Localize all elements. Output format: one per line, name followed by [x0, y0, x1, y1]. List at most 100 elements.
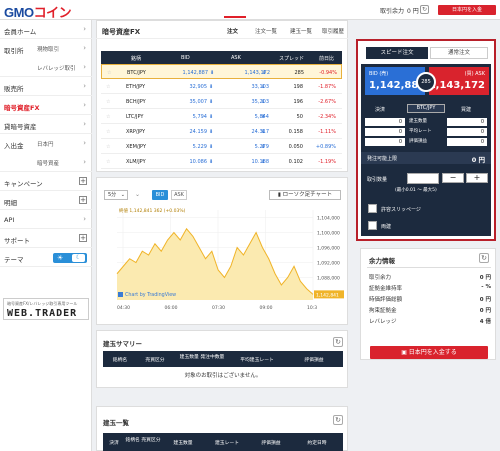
y-tick-label: 1,104,000 [317, 216, 340, 222]
sidebar-subitem-spot[interactable]: 現物取引 [37, 45, 59, 53]
tab-order-list[interactable]: 注文一覧 [255, 27, 277, 35]
banner-logo: WEB.TRADER [7, 308, 78, 319]
table-row[interactable]: ☆ XRP/JPY 24.159 ⬇ 24.317 ⬇ 0.158 -1.11% [101, 124, 342, 139]
theme-toggle[interactable]: ☀ ☾ [53, 253, 87, 263]
symbol-cell: XLM/JPY [126, 159, 146, 165]
sidebar-subitem-leverage[interactable]: レバレッジ取引 [37, 64, 76, 72]
order-panel: スピード注文 通常注文 BID (売) 1,142,887 (買) ASK 1,… [356, 39, 496, 241]
sidebar-item-label: 明細 [4, 199, 17, 207]
chevron-right-icon: › [83, 101, 86, 109]
sidebar-item-deposit[interactable]: 入出金 日本円 › [0, 134, 92, 153]
star-icon[interactable]: ☆ [106, 159, 110, 165]
sidebar-item-exchange[interactable]: 取引所 現物取引 › [0, 39, 92, 58]
sidebar-subitem-jpy[interactable]: 日本円 [37, 140, 54, 148]
star-icon[interactable]: ☆ [106, 114, 110, 120]
sidebar-item-home[interactable]: 会員ホーム › [0, 20, 92, 39]
expand-icon[interactable]: + [79, 234, 87, 242]
col-bid: BID [181, 55, 190, 61]
tab-order[interactable]: 注文 [227, 27, 238, 35]
sidebar-item-crypto-fx[interactable]: 暗号資産FX › [0, 96, 92, 115]
ask-toggle-button[interactable]: ASK [171, 190, 187, 200]
sidebar: 会員ホーム › 取引所 現物取引 › レバレッジ取引 › 販売所 › 暗号資産FX › 貸暗… [0, 20, 92, 451]
symbol-select[interactable]: BTC/JPY [407, 104, 445, 113]
chevron-right-icon: › [83, 44, 86, 52]
tab-history[interactable]: 取引履歴 [322, 27, 344, 35]
table-row[interactable]: ☆ XLM/JPY 10.086 ⬇ 10.188 ⬇ 0.102 -1.19% [101, 154, 342, 169]
decrease-amount-button[interactable]: − [442, 173, 464, 183]
deposit-jpy-button[interactable]: ▣ 日本円を入金する [370, 346, 488, 359]
col-change: 前日比 [319, 56, 335, 62]
deposit-button[interactable]: 日本円を入金 [438, 5, 496, 15]
chevron-down-icon[interactable]: ⌄ [135, 191, 140, 198]
webtrader-banner[interactable]: 暗号資産FX/レバレッジ取引専用ツール WEB.TRADER [3, 298, 89, 320]
table-row[interactable]: ☆ LTC/JPY 5,794 ⬇ 5,844 ⬇ 50 -2.34% [101, 109, 342, 124]
amount-input[interactable] [407, 173, 439, 184]
tab-normal-order[interactable]: 通常注文 [430, 47, 488, 59]
spread-cell: 50 [296, 114, 303, 120]
refresh-icon[interactable]: ↻ [479, 253, 489, 263]
order-limit-row: 発注可能上限 0 円 [361, 152, 491, 164]
table-row[interactable]: ☆ ETH/JPY 32,905 ⬇ 33,103 ⬇ 198 -1.87% [101, 79, 342, 94]
star-icon[interactable]: ☆ [106, 84, 110, 90]
sidebar-item-statement[interactable]: 明細 + [0, 191, 92, 210]
expand-icon[interactable]: + [79, 196, 87, 204]
refresh-icon[interactable]: ↻ [333, 337, 343, 347]
slippage-checkbox[interactable] [368, 204, 377, 213]
sidebar-item-leverage[interactable]: レバレッジ取引 › [0, 58, 92, 77]
margin-value: - % [481, 284, 491, 290]
sidebar-item-lending[interactable]: 貸暗号資産 › [0, 115, 92, 134]
arrow-down-icon: ⬇ [261, 84, 266, 90]
refresh-icon[interactable]: ↻ [333, 415, 343, 425]
symbol-cell: BTC/JPY [127, 70, 146, 76]
sidebar-item-label: 暗号資産FX [4, 104, 40, 112]
symbol-cell: XEM/JPY [126, 144, 147, 150]
buy-pos-qty: 0 [447, 118, 487, 126]
top-bar: GMOコイン 取引余力 0 円 ↻ 日本円を入金 [0, 0, 500, 20]
refresh-icon[interactable]: ↻ [420, 5, 429, 14]
col-symbol: 銘柄 [131, 56, 142, 62]
settle-label: 決済 [375, 107, 386, 113]
sidebar-item-theme: テーマ ☀ ☾ [0, 248, 92, 267]
sidebar-item-api[interactable]: API › [0, 210, 92, 229]
divider [367, 267, 491, 268]
star-icon[interactable]: ☆ [106, 129, 110, 135]
sell-settle-qty: 0 [365, 118, 405, 126]
sidebar-item-store[interactable]: 販売所 › [0, 77, 92, 96]
gmo-coin-logo[interactable]: GMOコイン [4, 2, 72, 21]
arrow-down-icon: ⬇ [209, 114, 214, 120]
tab-speed-order[interactable]: スピード注文 [366, 47, 428, 59]
table-row[interactable]: ☆ BTC/JPY 1,142,887 ⬇ 1,143,172 ⬇ 285 -0.94% [101, 64, 342, 79]
chevron-right-icon: › [83, 63, 86, 71]
star-icon[interactable]: ☆ [106, 99, 110, 105]
moon-icon[interactable]: ☾ [72, 254, 85, 262]
price-chart[interactable]: 1,104,000 1,100,000 1,096,000 1,092,000 1,08… [101, 204, 345, 322]
bid-label: BID (売) [369, 71, 389, 77]
buy-ask-button[interactable]: (買) ASK 1,143,172 [429, 67, 489, 95]
sell-pnl: 0 [365, 138, 405, 146]
both-sides-checkbox[interactable] [368, 221, 377, 230]
y-tick-label: 1,088,000 [317, 276, 340, 282]
expand-icon[interactable]: + [79, 177, 87, 185]
arrow-down-icon: ⬇ [261, 144, 266, 150]
arrow-down-icon: ⬇ [209, 129, 214, 135]
bid-toggle-button[interactable]: BID [152, 190, 168, 200]
chevron-right-icon: › [83, 25, 86, 33]
tab-positions[interactable]: 建玉一覧 [290, 27, 312, 35]
star-icon[interactable]: ☆ [106, 144, 110, 150]
increase-amount-button[interactable]: + [466, 173, 488, 183]
sidebar-item-support[interactable]: サポート + [0, 229, 92, 248]
col-rate: 建玉レート [215, 441, 239, 446]
star-icon[interactable]: ☆ [107, 70, 111, 76]
sidebar-item-label: 入出金 [4, 142, 24, 150]
candlestick-chart-button[interactable]: ▮ ローソク足チャート [269, 190, 341, 200]
period-select[interactable]: 5分 ⌄ [104, 190, 128, 200]
col-pnl: 評価損益 [304, 358, 324, 363]
table-row[interactable]: ☆ XEM/JPY 5.229 ⬇ 5.279 ⬇ 0.050 +0.89% [101, 139, 342, 154]
change-cell: -1.19% [318, 159, 336, 165]
margin-row: 時価評価総額 0 円 [369, 295, 491, 305]
amount-label: 取引数量 [367, 177, 388, 183]
sidebar-item-campaign[interactable]: キャンペーン + [0, 172, 92, 191]
sidebar-item-crypto-transfer[interactable]: 暗号資産 › [0, 153, 92, 172]
table-row[interactable]: ☆ BCH/JPY 35,007 ⬇ 35,203 ⬇ 196 -2.67% [101, 94, 342, 109]
sidebar-subitem-crypto[interactable]: 暗号資産 [37, 159, 59, 167]
